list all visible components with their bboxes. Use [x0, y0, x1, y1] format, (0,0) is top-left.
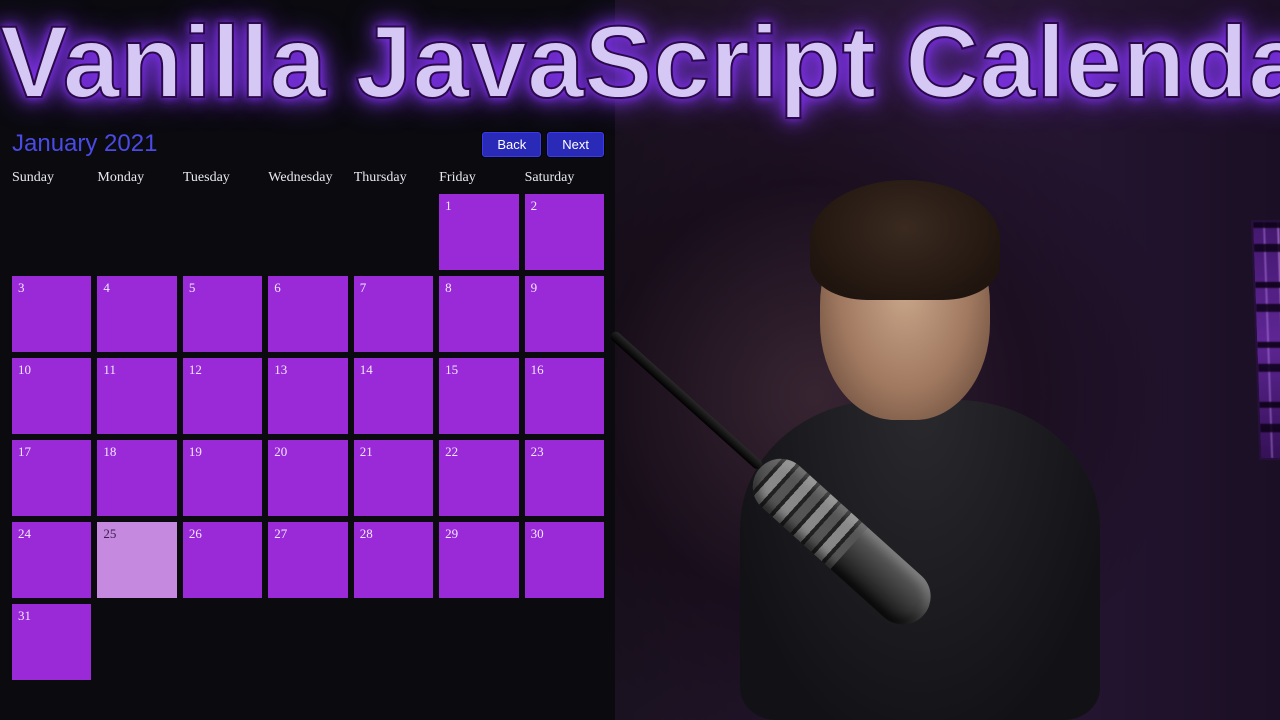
calendar-weekday-row: Sunday Monday Tuesday Wednesday Thursday… — [6, 164, 610, 190]
weekday-label: Tuesday — [183, 170, 262, 186]
calendar-day[interactable]: 30 — [525, 522, 604, 598]
calendar-day[interactable]: 17 — [12, 440, 91, 516]
calendar-day[interactable]: 20 — [268, 440, 347, 516]
back-button[interactable]: Back — [482, 132, 541, 157]
calendar-day[interactable]: 29 — [439, 522, 518, 598]
bg-monitor-left — [1251, 220, 1280, 460]
video-title: Vanilla JavaScript Calendar — [0, 4, 1280, 121]
weekday-label: Friday — [439, 170, 518, 186]
calendar-day[interactable]: 2 — [525, 194, 604, 270]
calendar-day[interactable]: 10 — [12, 358, 91, 434]
calendar-day[interactable]: 27 — [268, 522, 347, 598]
calendar-day[interactable]: 4 — [97, 276, 176, 352]
calendar-day[interactable]: 8 — [439, 276, 518, 352]
calendar-day[interactable]: 1 — [439, 194, 518, 270]
weekday-label: Saturday — [525, 170, 604, 186]
calendar-day[interactable]: 21 — [354, 440, 433, 516]
calendar-day[interactable]: 7 — [354, 276, 433, 352]
calendar-header: January 2021 Back Next — [6, 130, 610, 164]
calendar-day[interactable]: 15 — [439, 358, 518, 434]
calendar-day[interactable]: 24 — [12, 522, 91, 598]
calendar-day[interactable]: 5 — [183, 276, 262, 352]
calendar-day[interactable]: 6 — [268, 276, 347, 352]
calendar-day[interactable]: 18 — [97, 440, 176, 516]
calendar-grid: 1234567891011121314151617181920212223242… — [6, 190, 610, 686]
calendar-day-current[interactable]: 25 — [97, 522, 176, 598]
calendar-day[interactable]: 13 — [268, 358, 347, 434]
calendar-day[interactable]: 12 — [183, 358, 262, 434]
presenter-silhouette — [760, 170, 1060, 720]
weekday-label: Sunday — [12, 170, 91, 186]
calendar-day[interactable]: 26 — [183, 522, 262, 598]
calendar-day-padding — [12, 194, 91, 270]
weekday-label: Thursday — [354, 170, 433, 186]
calendar-widget: January 2021 Back Next Sunday Monday Tue… — [6, 130, 610, 686]
calendar-day-padding — [268, 194, 347, 270]
next-button[interactable]: Next — [547, 132, 604, 157]
calendar-day[interactable]: 3 — [12, 276, 91, 352]
calendar-day[interactable]: 23 — [525, 440, 604, 516]
weekday-label: Wednesday — [268, 170, 347, 186]
calendar-day-padding — [183, 194, 262, 270]
calendar-day[interactable]: 28 — [354, 522, 433, 598]
calendar-day[interactable]: 9 — [525, 276, 604, 352]
calendar-day[interactable]: 19 — [183, 440, 262, 516]
calendar-day[interactable]: 11 — [97, 358, 176, 434]
calendar-day[interactable]: 31 — [12, 604, 91, 680]
calendar-day[interactable]: 14 — [354, 358, 433, 434]
calendar-day[interactable]: 22 — [439, 440, 518, 516]
calendar-day[interactable]: 16 — [525, 358, 604, 434]
calendar-day-padding — [97, 194, 176, 270]
calendar-month-label: January 2021 — [12, 130, 476, 158]
calendar-day-padding — [354, 194, 433, 270]
weekday-label: Monday — [97, 170, 176, 186]
